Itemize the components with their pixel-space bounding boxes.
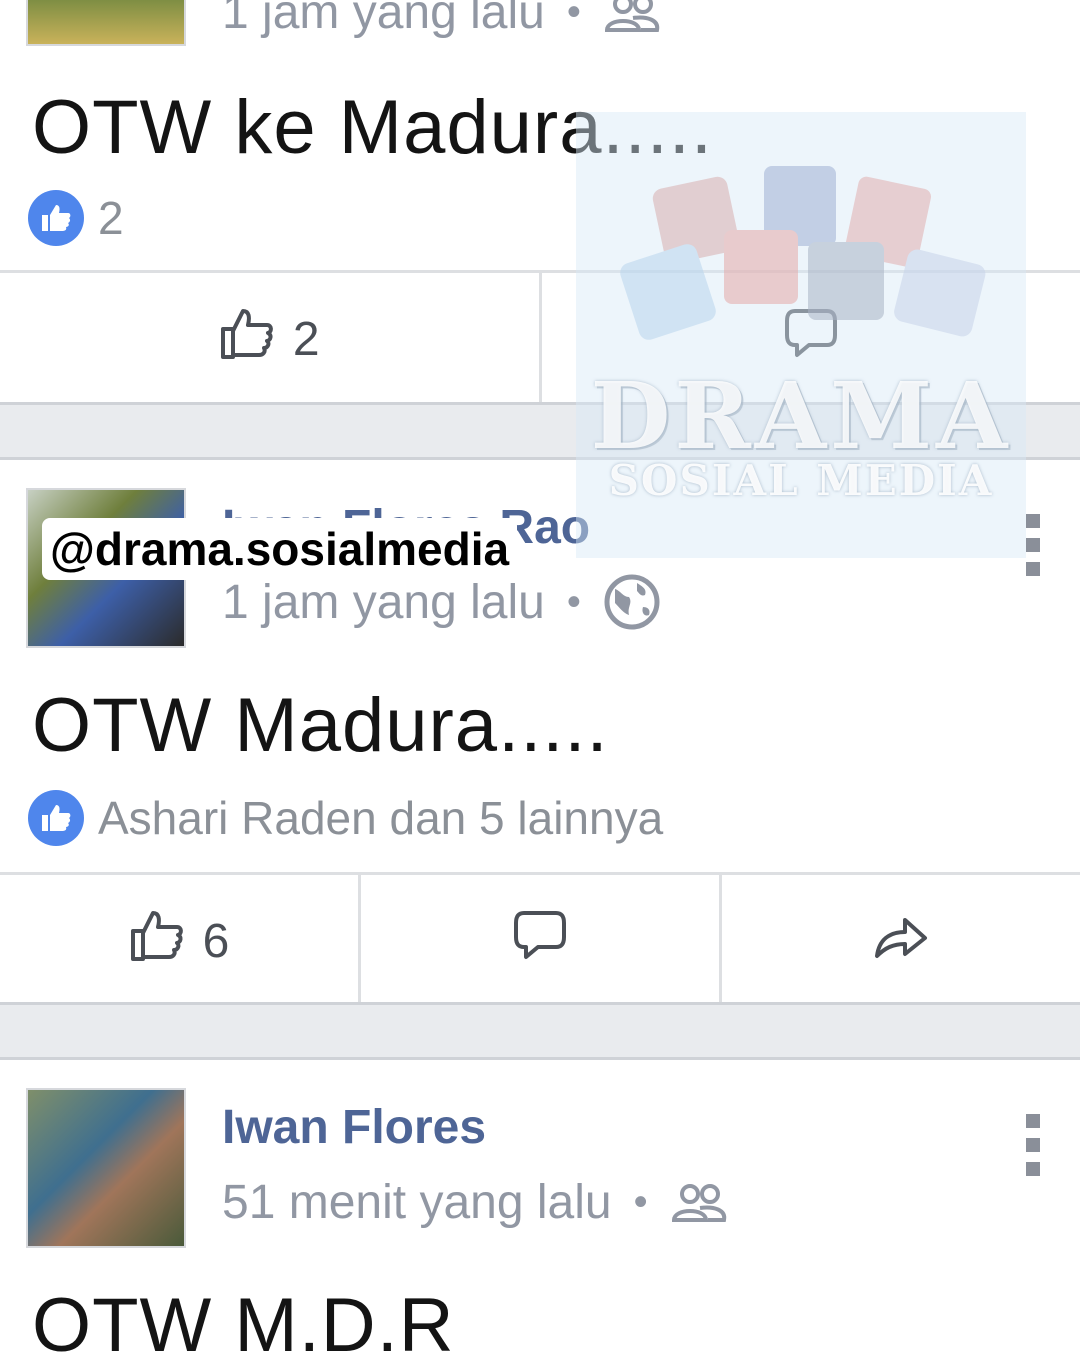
post-options-button[interactable] <box>1026 514 1040 576</box>
reaction-summary[interactable]: Ashari Raden dan 5 lainnya <box>28 790 663 846</box>
reaction-names: Ashari Raden dan 5 lainnya <box>98 791 663 845</box>
watermark-handle: @drama.sosialmedia <box>42 518 517 580</box>
post-meta: 1 jam yang lalu • <box>222 0 661 42</box>
meta-dot: • <box>634 1180 648 1225</box>
author-name[interactable]: Iwan Flores <box>222 1100 486 1155</box>
action-bar: 6 <box>0 872 1080 1007</box>
like-badge-icon <box>28 790 84 846</box>
like-button[interactable]: 2 <box>0 273 542 405</box>
timestamp[interactable]: 1 jam yang lalu <box>222 575 545 630</box>
timestamp[interactable]: 1 jam yang lalu <box>222 0 545 40</box>
comment-icon <box>512 909 568 973</box>
friends-icon <box>670 1182 728 1222</box>
like-button[interactable]: 6 <box>0 875 361 1007</box>
post-options-button[interactable] <box>1026 1114 1040 1176</box>
comment-button[interactable] <box>361 875 722 1007</box>
reaction-summary[interactable]: 2 <box>28 190 124 246</box>
avatar[interactable] <box>26 0 186 46</box>
reaction-count: 2 <box>98 191 124 245</box>
like-count: 2 <box>293 312 320 367</box>
post-text: OTW M.D.R <box>32 1282 455 1369</box>
timestamp[interactable]: 51 menit yang lalu <box>222 1175 612 1230</box>
watermark-logo: DRAMA SOSIAL MEDIA <box>576 112 1026 558</box>
post-text: OTW Madura..... <box>32 682 609 769</box>
share-button[interactable] <box>722 875 1080 1007</box>
meta-dot: • <box>567 580 581 625</box>
like-outline-icon <box>219 305 275 373</box>
like-count: 6 <box>203 914 230 969</box>
post-meta: 1 jam yang lalu • <box>222 572 661 632</box>
like-outline-icon <box>129 907 185 975</box>
watermark-subtitle: SOSIAL MEDIA <box>576 456 1026 505</box>
avatar[interactable] <box>26 1088 186 1248</box>
feed-separator <box>0 1002 1080 1060</box>
friends-icon <box>603 0 661 32</box>
post-card: Iwan Flores 51 menit yang lalu • OTW M.D… <box>0 1060 1080 1350</box>
like-badge-icon <box>28 190 84 246</box>
watermark-title: DRAMA <box>576 362 1026 470</box>
meta-dot: • <box>567 0 581 35</box>
share-icon <box>873 910 929 972</box>
post-meta: 51 menit yang lalu • <box>222 1172 728 1232</box>
globe-icon <box>603 573 661 631</box>
